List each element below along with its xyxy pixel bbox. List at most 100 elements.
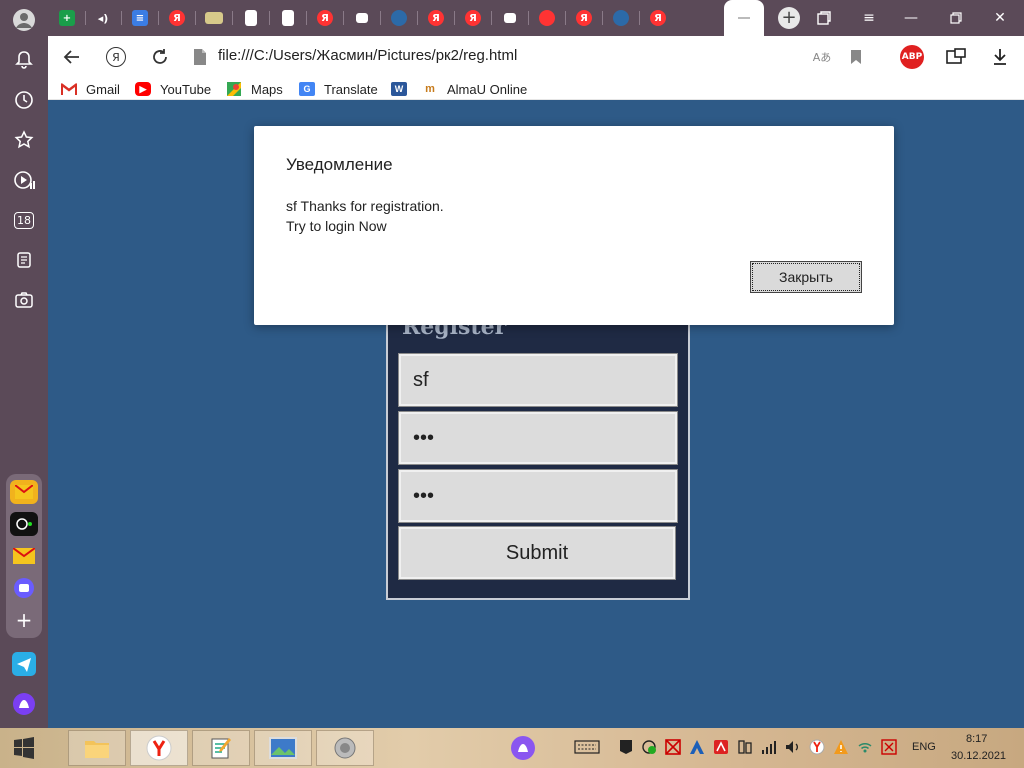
signal-icon[interactable] bbox=[760, 738, 778, 756]
bookmark-almau[interactable]: m AlmaU Online bbox=[422, 80, 527, 98]
adobe-icon[interactable] bbox=[688, 738, 706, 756]
tab-card[interactable] bbox=[200, 5, 233, 31]
back-arrow-icon[interactable] bbox=[59, 44, 85, 70]
yandex-icon: Я bbox=[576, 10, 592, 26]
adblock-plus-icon[interactable]: ABP bbox=[900, 45, 924, 69]
tab-yandex-3[interactable]: Я bbox=[422, 5, 455, 31]
taskbar-yandex-browser[interactable] bbox=[130, 730, 188, 766]
tab-chat-1[interactable] bbox=[348, 5, 381, 31]
windows-taskbar: ENG 8:17 30.12.2021 bbox=[0, 728, 1024, 768]
alert-dialog: Уведомление sf Thanks for registration. … bbox=[254, 126, 894, 325]
mail-app-2-icon[interactable] bbox=[10, 544, 38, 568]
minimize-icon[interactable]: — bbox=[898, 6, 924, 30]
file-icon bbox=[245, 10, 257, 26]
language-indicator[interactable]: ENG bbox=[912, 741, 936, 753]
cursor-icon bbox=[391, 10, 407, 26]
confirm-password-input[interactable]: ••• bbox=[398, 469, 678, 523]
tab-file-2[interactable] bbox=[274, 5, 307, 31]
wifi-icon[interactable] bbox=[856, 738, 874, 756]
windows-start-icon[interactable] bbox=[10, 736, 38, 760]
history-icon[interactable] bbox=[10, 86, 38, 114]
epic-games-icon[interactable] bbox=[617, 738, 635, 756]
yandex-tray-icon[interactable] bbox=[808, 738, 826, 756]
tab-audio[interactable]: ◂) bbox=[89, 5, 122, 31]
taskbar-sound[interactable] bbox=[316, 730, 374, 766]
security-tray-icon[interactable] bbox=[880, 738, 898, 756]
alert-tray-icon[interactable] bbox=[832, 738, 850, 756]
tab-sheets[interactable]: + bbox=[53, 5, 86, 31]
yandex-icon: Я bbox=[169, 10, 185, 26]
favorites-icon[interactable] bbox=[10, 126, 38, 154]
keyboard-icon[interactable] bbox=[573, 738, 601, 756]
taskbar-notepad[interactable] bbox=[192, 730, 250, 766]
tab-yandex-4[interactable]: Я bbox=[459, 5, 492, 31]
alice-taskbar-icon[interactable] bbox=[510, 735, 536, 761]
tab-active-reg[interactable] bbox=[724, 0, 764, 36]
bookmark-youtube[interactable]: ▶ YouTube bbox=[135, 80, 211, 98]
bookmark-word[interactable]: W bbox=[391, 80, 416, 98]
tab-chat-2[interactable] bbox=[496, 5, 529, 31]
network-app-icon[interactable] bbox=[640, 738, 658, 756]
tab-cursor-1[interactable] bbox=[385, 5, 418, 31]
yandex-home-button[interactable]: Я bbox=[103, 44, 129, 70]
translate-page-icon[interactable]: Aあ bbox=[810, 45, 834, 69]
yandex-icon: Я bbox=[428, 10, 444, 26]
dialog-message-line-2: Try to login Now bbox=[286, 218, 387, 234]
tab-yandex-1[interactable]: Я bbox=[163, 5, 196, 31]
download-icon[interactable] bbox=[988, 45, 1012, 69]
chat-icon bbox=[356, 13, 368, 23]
tab-docs[interactable]: ≡ bbox=[126, 5, 159, 31]
taskbar-photos[interactable] bbox=[254, 730, 312, 766]
tab-yandex-2[interactable]: Я bbox=[311, 5, 344, 31]
add-app-icon[interactable]: + bbox=[10, 608, 38, 632]
file-page-icon[interactable] bbox=[191, 47, 209, 67]
extensions-icon[interactable] bbox=[944, 45, 968, 69]
bookmark-gmail[interactable]: Gmail bbox=[61, 80, 120, 98]
yandex-icon: Я bbox=[317, 10, 333, 26]
yandex-letter: Я bbox=[106, 47, 126, 67]
close-window-icon[interactable]: ✕ bbox=[987, 6, 1013, 30]
notifications-icon[interactable] bbox=[10, 46, 38, 74]
username-input[interactable]: sf bbox=[398, 353, 678, 407]
translate-icon: G bbox=[299, 82, 315, 96]
tab-manager-icon[interactable] bbox=[811, 6, 837, 30]
menu-icon[interactable]: ≡ bbox=[856, 6, 882, 30]
new-tab-button[interactable]: + bbox=[778, 7, 800, 29]
mail-app-icon[interactable] bbox=[10, 480, 38, 504]
age-rating-icon[interactable]: 18 bbox=[10, 206, 38, 234]
tab-yandex-6[interactable]: Я bbox=[644, 5, 672, 31]
address-bar: Я file:///C:/Users/Жасмин/Pictures/рк2/r… bbox=[48, 36, 1024, 78]
clock-time[interactable]: 8:17 bbox=[966, 733, 987, 745]
screenshot-icon[interactable] bbox=[10, 286, 38, 314]
tab-cursor-2[interactable] bbox=[607, 5, 640, 31]
bookmark-icon[interactable] bbox=[844, 45, 868, 69]
bookmark-label: Translate bbox=[324, 81, 378, 97]
tab-yandex-5[interactable]: Я bbox=[570, 5, 603, 31]
bookmark-maps[interactable]: Maps bbox=[226, 80, 283, 98]
device-icon[interactable] bbox=[736, 738, 754, 756]
clock-date[interactable]: 30.12.2021 bbox=[951, 750, 1006, 762]
dialog-message-line-1: sf Thanks for registration. bbox=[286, 198, 444, 214]
bookmark-translate[interactable]: G Translate bbox=[299, 80, 378, 98]
sheets-icon: + bbox=[59, 10, 75, 26]
camera-app-icon[interactable] bbox=[10, 512, 38, 536]
reload-icon[interactable] bbox=[147, 44, 173, 70]
send-app-icon[interactable] bbox=[10, 652, 38, 676]
password-input[interactable]: ••• bbox=[398, 411, 678, 465]
red-app-icon[interactable] bbox=[712, 738, 730, 756]
dialog-close-button[interactable]: Закрыть bbox=[750, 261, 862, 293]
blocked-app-icon[interactable] bbox=[664, 738, 682, 756]
tab-red-dot[interactable] bbox=[533, 5, 566, 31]
restore-icon[interactable] bbox=[943, 6, 969, 30]
volume-icon[interactable] bbox=[784, 738, 802, 756]
submit-button[interactable]: Submit bbox=[398, 526, 676, 580]
profile-icon[interactable] bbox=[10, 6, 38, 34]
url-field[interactable]: file:///C:/Users/Жасмин/Pictures/рк2/reg… bbox=[218, 47, 517, 64]
messenger-app-icon[interactable] bbox=[10, 576, 38, 600]
youtube-icon: ▶ bbox=[135, 82, 151, 96]
media-icon[interactable] bbox=[10, 166, 38, 194]
tab-file-1[interactable] bbox=[237, 5, 270, 31]
collections-icon[interactable] bbox=[10, 246, 38, 274]
alice-assistant-icon[interactable] bbox=[10, 692, 38, 716]
taskbar-file-explorer[interactable] bbox=[68, 730, 126, 766]
